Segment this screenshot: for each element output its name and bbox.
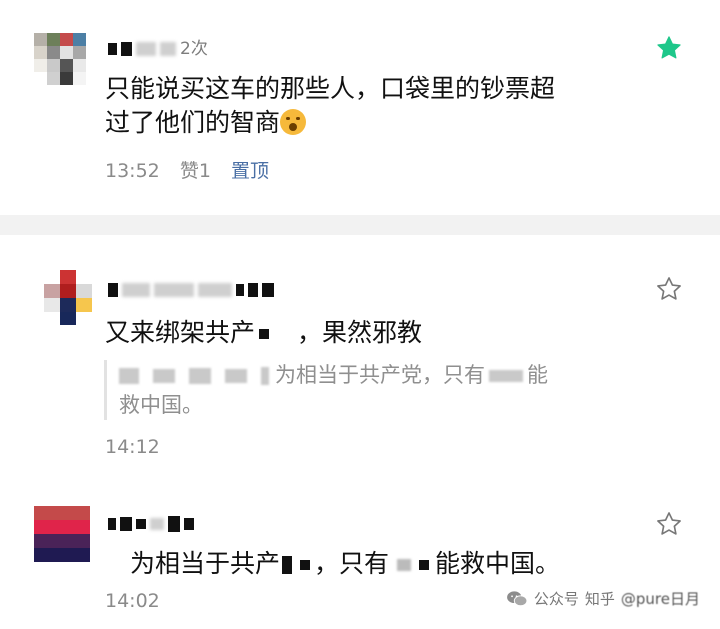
pin-button[interactable]: 置顶 <box>231 160 269 182</box>
like-count[interactable]: 赞1 <box>180 160 211 182</box>
watermark-zhihu: 知乎 <box>584 590 615 608</box>
star-filled-icon[interactable] <box>655 34 683 62</box>
watermark-suffix: @pure日月 <box>620 590 700 608</box>
redacted-block <box>184 518 194 530</box>
comment-meta: 14:12 <box>105 436 174 458</box>
comment-text[interactable]: 只能说买这车的那些人，口袋里的钞票超 过了他们的智商 <box>105 72 555 140</box>
yawning-face-icon <box>280 109 307 135</box>
watermark-prefix: 公众号 <box>533 590 579 608</box>
comment-text-line: 过了他们的智商 <box>105 106 555 140</box>
avatar[interactable] <box>44 270 92 325</box>
nickname-suffix: 2次 <box>180 39 208 59</box>
nickname[interactable] <box>108 280 278 302</box>
section-divider <box>0 215 720 235</box>
watermark: 公众号 知乎 @pure日月 <box>506 588 700 609</box>
redacted-block <box>236 284 244 296</box>
timestamp: 14:02 <box>105 590 160 612</box>
quoted-reply[interactable]: 为相当于共产党，只有能 救中国。 <box>104 360 584 420</box>
redacted-block <box>168 516 180 532</box>
redacted-block <box>419 560 430 570</box>
nickname[interactable]: 2次 <box>108 34 208 59</box>
comment-2: 又来绑架共产 ，果然邪教 为相当于共产党，只有能 救中国。 14:12 <box>0 235 720 490</box>
timestamp: 13:52 <box>105 160 160 182</box>
redacted-block <box>121 42 132 56</box>
redacted-block <box>262 283 274 297</box>
redacted-block <box>108 283 118 297</box>
comment-meta: 14:02 <box>105 590 174 612</box>
redacted-block <box>259 329 270 339</box>
redacted-block <box>150 518 164 530</box>
redacted-block <box>122 283 150 297</box>
redacted-block <box>160 42 176 56</box>
redacted-block <box>397 559 412 571</box>
wechat-icon <box>506 590 528 606</box>
redacted-block <box>248 283 258 297</box>
redacted-block <box>154 283 194 297</box>
redacted-block <box>300 560 311 570</box>
avatar[interactable] <box>34 506 90 562</box>
comment-text[interactable]: 又来绑架共产 ，果然邪教 <box>105 316 422 350</box>
quote-line: 为相当于共产党，只有能 <box>119 360 584 390</box>
star-outline-icon[interactable] <box>655 275 683 303</box>
avatar[interactable] <box>34 33 86 85</box>
redacted-block <box>136 42 156 56</box>
redacted-block <box>120 517 132 531</box>
redacted-block <box>282 556 293 574</box>
comment-meta: 13:52 赞1 置顶 <box>105 156 283 183</box>
star-outline-icon[interactable] <box>655 510 683 538</box>
comment-text-line: 只能说买这车的那些人，口袋里的钞票超 <box>105 74 556 103</box>
comment-text[interactable]: 为相当于共产 ，只有 能救中国。 <box>130 547 560 581</box>
comment-1: 2次 只能说买这车的那些人，口袋里的钞票超 过了他们的智商 13:52 赞1 置… <box>0 0 720 215</box>
redacted-block <box>136 519 146 529</box>
nickname[interactable] <box>108 514 198 536</box>
redacted-block <box>108 43 117 55</box>
redacted-block <box>108 518 116 530</box>
redacted-block <box>198 283 232 297</box>
quote-line: 救中国。 <box>119 393 203 417</box>
timestamp: 14:12 <box>105 436 160 458</box>
